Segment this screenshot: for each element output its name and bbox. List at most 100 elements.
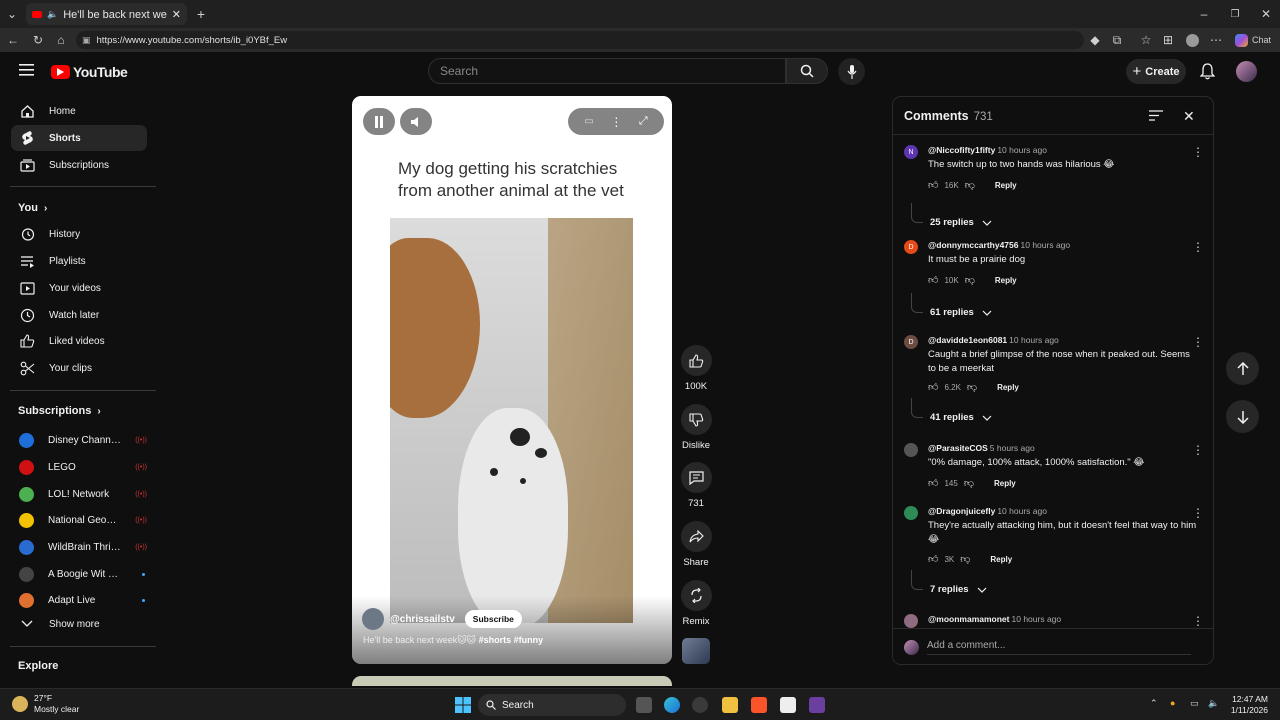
commenter-avatar[interactable]: D [904,240,918,254]
channel-name[interactable]: @chrissailstv [390,614,455,625]
address-field[interactable]: ▣ https://www.youtube.com/shorts/ib_i0YB… [76,31,1084,49]
edge-icon[interactable] [664,697,680,713]
hashtags[interactable]: #shorts #funny [479,635,544,645]
sidebar-item-subscriptions[interactable]: Subscriptions [11,152,147,178]
subscription-item[interactable]: A Boogie Wit da ... [11,561,147,587]
commenter-avatar[interactable] [904,614,918,628]
share-button[interactable] [680,521,712,552]
comment-dislike-icon[interactable]: 👎︎ [964,477,974,489]
sidebar-item-home[interactable]: Home [11,98,147,124]
speaker-tray-icon[interactable]: 🔈 [1208,698,1219,709]
captions-icon[interactable]: ▭ [584,116,593,127]
profile-avatar[interactable] [1185,32,1199,48]
commenter-avatar[interactable] [904,443,918,457]
remix-action[interactable]: Remix [678,580,714,627]
comment-like-icon[interactable]: 👍︎ [928,553,938,565]
windows-start-icon[interactable] [455,697,471,713]
tray-chevron-icon[interactable]: ⌃ [1150,698,1158,709]
add-comment-input[interactable]: Add a comment... [927,640,1191,655]
refresh-icon[interactable]: ↻ [31,32,45,48]
sidebar-subscriptions-heading[interactable]: Subscriptions › [18,405,101,417]
weather-widget[interactable]: 27°F Mostly clear [12,693,79,715]
file-explorer-icon[interactable] [722,697,738,713]
copilot-chat-button[interactable]: Chat [1233,32,1273,48]
dislike-button[interactable] [680,404,712,435]
volume-button[interactable] [400,108,432,135]
search-input[interactable] [440,64,785,78]
subscription-item[interactable]: LOL! Network ((•)) [11,481,147,507]
fullscreen-icon[interactable]: ⤢ [639,115,648,128]
view-replies-button[interactable]: 41 replies [930,412,992,423]
comment-author[interactable]: @moonmamamonet [928,614,1010,624]
sidebar-item-playlists[interactable]: Playlists [11,248,147,274]
comment-dislike-icon[interactable]: 👎︎ [960,553,970,565]
taskbar-search[interactable]: Search [478,694,626,716]
next-short-preview[interactable] [352,676,672,686]
reply-button[interactable]: Reply [990,555,1012,564]
restore-icon[interactable]: ❐ [1227,6,1243,22]
comment-like-icon[interactable]: 👍︎ [928,477,938,489]
share-action[interactable]: Share [678,521,714,568]
comment-menu-icon[interactable]: ⋮ [1192,443,1204,457]
comments-button[interactable] [680,462,712,493]
dislike-action[interactable]: Dislike [678,404,714,451]
back-icon[interactable]: ← [6,32,20,48]
browser-tab[interactable]: 🔈 He'll be back next week🐱🐱 ✕ [26,3,187,25]
network-icon[interactable]: ▭ [1190,698,1199,709]
page-info-icon[interactable]: ▣ [82,35,91,46]
subscription-item[interactable]: Adapt Live [11,587,147,613]
view-replies-button[interactable]: 7 replies [930,584,987,595]
comment-menu-icon[interactable]: ⋮ [1192,506,1204,520]
channel-avatar[interactable] [362,608,384,630]
brave-browser-icon[interactable] [751,697,767,713]
sidebar-item-your-videos[interactable]: Your videos [11,275,147,301]
reply-button[interactable]: Reply [995,276,1017,285]
new-tab-icon[interactable]: + [193,6,209,22]
sidebar-you-heading[interactable]: You › [18,202,47,214]
close-comments-icon[interactable]: ✕ [1183,108,1195,125]
comment-author[interactable]: @Dragonjuicefly [928,506,995,516]
taskbar-clock[interactable]: 12:47 AM 1/11/2026 [1226,694,1268,716]
commenter-avatar[interactable]: D [904,335,918,349]
comment-dislike-icon[interactable]: 👎︎ [965,274,975,286]
shorts-player[interactable]: ▭ ⋮ ⤢ My dog getting his scratchies from… [352,96,672,664]
reply-button[interactable]: Reply [995,181,1017,190]
minimize-icon[interactable]: – [1196,6,1212,22]
sidebar-item-your-clips[interactable]: Your clips [11,355,147,381]
speaker-icon[interactable]: 🔈 [47,9,58,20]
next-short-button[interactable] [1226,400,1259,433]
voice-search-button[interactable] [838,58,865,85]
subscription-item[interactable]: LEGO ((•)) [11,454,147,480]
comment-like-icon[interactable]: 👍︎ [928,274,938,286]
sound-thumbnail[interactable] [682,638,710,664]
sidebar-item-liked-videos[interactable]: Liked videos [11,328,147,354]
notifications-bell-icon[interactable] [1200,63,1215,80]
comment-menu-icon[interactable]: ⋮ [1192,240,1204,254]
window-close-icon[interactable]: ✕ [1258,6,1274,22]
subscription-item[interactable]: WildBrain Thrill P... ((•)) [11,534,147,560]
extensions-diamond-icon[interactable]: ◆ [1088,32,1102,48]
comment-author[interactable]: @donnymccarthy4756 [928,240,1019,250]
like-button[interactable] [680,345,712,376]
subscription-item[interactable]: National Geogra... ((•)) [11,507,147,533]
reply-button[interactable]: Reply [994,479,1016,488]
comment-author[interactable]: @Niccofifty1fifty [928,145,995,155]
more-options-icon[interactable]: ⋮ [610,115,622,129]
sidebar-item-shorts[interactable]: Shorts [11,125,147,151]
notepad-icon[interactable] [780,697,796,713]
favorites-icon[interactable]: ☆ [1139,32,1153,48]
video-frame[interactable] [390,218,633,623]
subscription-item[interactable]: Disney Channel ... ((•)) [11,427,147,453]
comments-action[interactable]: 731 [678,462,714,509]
hamburger-menu-icon[interactable] [19,64,34,76]
collections-icon[interactable]: ⊞ [1161,32,1175,48]
puzzle-icon[interactable]: ⧉ [1110,32,1124,48]
comment-menu-icon[interactable]: ⋮ [1192,145,1204,159]
view-replies-button[interactable]: 25 replies [930,217,992,228]
sort-icon[interactable] [1149,110,1163,121]
comment-like-icon[interactable]: 👍︎ [928,179,938,191]
remix-button[interactable] [680,580,712,611]
app-icon[interactable] [809,697,825,713]
commenter-avatar[interactable]: N [904,145,918,159]
reply-button[interactable]: Reply [997,383,1019,392]
